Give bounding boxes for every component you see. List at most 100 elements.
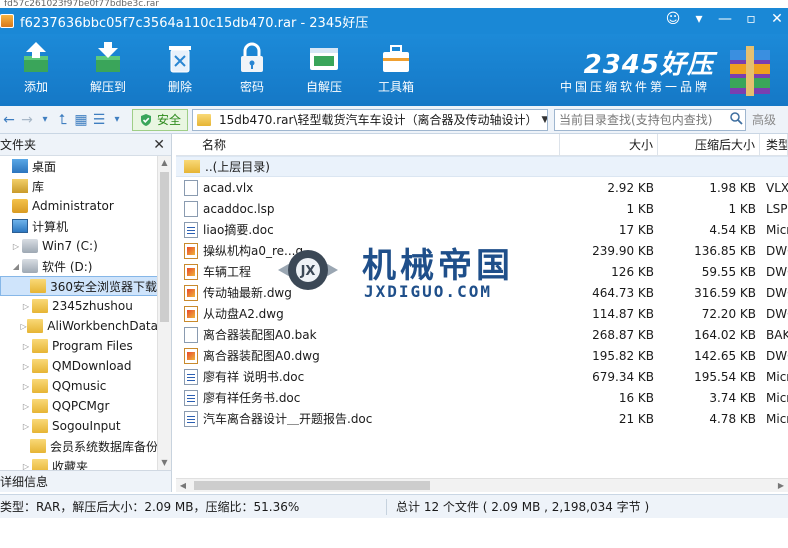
file-row[interactable]: 车辆工程 126 KB 59.55 KB DWG — [176, 261, 788, 282]
expand-arrow-icon[interactable]: ▷ — [20, 342, 32, 351]
toolbox-icon — [378, 40, 414, 76]
file-compressed-size: 4.54 KB — [709, 222, 756, 237]
scroll-down-icon[interactable]: ▼ — [158, 456, 171, 470]
file-row[interactable]: 离合器装配图A0.dwg 195.82 KB 142.65 KB DWG — [176, 345, 788, 366]
menu-icon[interactable]: ▾ — [690, 10, 708, 28]
scroll-thumb[interactable] — [194, 481, 430, 490]
search-input[interactable]: 当前目录查找(支持包内查找) — [554, 108, 747, 131]
expand-arrow-icon[interactable]: ▷ — [10, 242, 22, 251]
list-horizontal-scrollbar[interactable]: ◀ ▶ — [176, 478, 788, 492]
file-row[interactable]: 离合器装配图A0.bak 268.87 KB 164.02 KB BAK — [176, 324, 788, 345]
minimize-button[interactable]: — — [716, 10, 734, 28]
tree-vertical-scrollbar[interactable]: ▲ ▼ — [157, 156, 171, 470]
scroll-up-icon[interactable]: ▲ — [158, 156, 171, 170]
file-row[interactable]: acaddoc.lsp 1 KB 1 KB LSP — [176, 198, 788, 219]
expand-arrow-icon[interactable]: ◢ — [10, 262, 22, 271]
search-icon[interactable] — [729, 111, 745, 128]
tree-item[interactable]: ▷ Program Files — [0, 336, 158, 356]
file-row[interactable]: 传动轴最新.dwg 464.73 KB 316.59 KB DWG — [176, 282, 788, 303]
sfx-button[interactable]: 自解压 — [296, 38, 352, 102]
file-compressed-size: 4.78 KB — [709, 411, 756, 426]
password-button[interactable]: 密码 — [224, 38, 280, 102]
file-size: 464.73 KB — [592, 285, 654, 300]
tree-item-label: SogouInput — [52, 419, 121, 433]
safe-badge[interactable]: 安全 — [132, 108, 189, 131]
feedback-icon[interactable]: ☺ — [664, 10, 682, 28]
extract-icon — [90, 40, 126, 76]
tree-item[interactable]: ◢ 软件 (D:) — [0, 256, 158, 276]
file-type: VLX — [766, 180, 788, 195]
view-list-icon[interactable]: ☰ — [90, 110, 108, 130]
address-bar: ← → ▾ ⮤ ▦ ☰ ▾ 安全 15db470.rar\轻型载货汽车车设计（离… — [0, 106, 788, 134]
expand-arrow-icon[interactable]: ▷ — [20, 422, 32, 431]
file-row[interactable]: acad.vlx 2.92 KB 1.98 KB VLX — [176, 177, 788, 198]
tree-item[interactable]: 会员系统数据库备份 — [0, 436, 158, 456]
folder-icon — [27, 319, 44, 333]
expand-arrow-icon[interactable]: ▷ — [20, 362, 32, 371]
tree-item[interactable]: ▷ AliWorkbenchData — [0, 316, 158, 336]
tree-item[interactable]: 计算机 — [0, 216, 158, 236]
dwg-file-icon — [184, 242, 198, 259]
expand-arrow-icon[interactable]: ▷ — [20, 322, 27, 331]
column-compressed-size[interactable]: 压缩后大小 — [658, 134, 760, 156]
scroll-left-icon[interactable]: ◀ — [176, 479, 190, 493]
file-row[interactable]: 汽车离合器设计＿开题报告.doc 21 KB 4.78 KB Micr — [176, 408, 788, 429]
column-size[interactable]: 大小 — [560, 134, 658, 156]
tree-item[interactable]: ▷ SogouInput — [0, 416, 158, 436]
tree-item[interactable]: ▷ QQmusic — [0, 376, 158, 396]
tree-item[interactable]: ▷ 收藏夹 — [0, 456, 158, 470]
advanced-search-link[interactable]: 高级 — [752, 111, 776, 128]
tree-item[interactable]: ▷ 2345zhushou — [0, 296, 158, 316]
file-row[interactable]: 廖有祥 说明书.doc 679.34 KB 195.54 KB Micr — [176, 366, 788, 387]
scroll-right-icon[interactable]: ▶ — [774, 479, 788, 493]
file-row[interactable]: liao摘要.doc 17 KB 4.54 KB Micr — [176, 219, 788, 240]
expand-arrow-icon[interactable]: ▷ — [20, 462, 32, 471]
column-name[interactable]: 名称 — [176, 134, 560, 156]
scroll-thumb[interactable] — [160, 172, 169, 322]
tree-item[interactable]: ▷ Win7 (C:) — [0, 236, 158, 256]
folder-icon — [29, 439, 46, 453]
file-row[interactable]: 操纵机构a0_re...g 239.90 KB 136.85 KB DWG — [176, 240, 788, 261]
add-label: 添加 — [23, 80, 48, 94]
file-size: 239.90 KB — [592, 243, 654, 258]
tree-item[interactable]: 桌面 — [0, 156, 158, 176]
file-name: 车辆工程 — [203, 265, 252, 279]
tree-item[interactable]: Administrator — [0, 196, 158, 216]
tree-item[interactable]: 360安全浏览器下载 — [0, 276, 158, 296]
tree-item[interactable]: 库 — [0, 176, 158, 196]
extract-button[interactable]: 解压到 — [80, 38, 136, 102]
delete-button[interactable]: 删除 — [152, 38, 208, 102]
file-icon — [184, 200, 198, 217]
tree-item-label: Program Files — [52, 339, 133, 353]
close-icon[interactable]: ✕ — [153, 137, 165, 153]
folder-icon — [32, 459, 48, 470]
forward-icon[interactable]: → — [18, 110, 36, 130]
file-row[interactable]: 廖有祥任务书.doc 16 KB 3.74 KB Micr — [176, 387, 788, 408]
path-field[interactable]: 15db470.rar\轻型载货汽车车设计（离合器及传动轴设计） ▼ — [192, 108, 549, 131]
view-dropdown-icon[interactable]: ▾ — [108, 110, 126, 130]
bottom-background — [0, 518, 788, 548]
expand-arrow-icon[interactable]: ▷ — [20, 302, 32, 311]
add-button[interactable]: 添加 — [8, 38, 64, 102]
toolbox-button[interactable]: 工具箱 — [368, 38, 424, 102]
expand-arrow-icon[interactable]: ▷ — [20, 402, 32, 411]
file-compressed-size: 72.20 KB — [701, 306, 756, 321]
up-folder-icon[interactable]: ⮤ — [54, 110, 72, 130]
tree-item[interactable]: ▷ QQPCMgr — [0, 396, 158, 416]
maximize-button[interactable]: ▫ — [742, 10, 760, 28]
folder-icon — [32, 379, 48, 393]
tree-item[interactable]: ▷ QMDownload — [0, 356, 158, 376]
back-icon[interactable]: ← — [0, 110, 18, 130]
expand-arrow-icon[interactable]: ▷ — [20, 382, 32, 391]
history-dropdown-icon[interactable]: ▾ — [36, 110, 54, 130]
parent-directory-row[interactable]: ..(上层目录) — [176, 156, 788, 177]
column-type[interactable]: 类型 — [760, 134, 788, 156]
shield-icon — [141, 113, 151, 126]
details-pane-header[interactable]: 详细信息 — [0, 470, 172, 492]
tree-item-label: 360安全浏览器下载 — [50, 279, 157, 294]
file-row[interactable]: 从动盘A2.dwg 114.87 KB 72.20 KB DWG — [176, 303, 788, 324]
view-grid-icon[interactable]: ▦ — [72, 110, 90, 130]
close-button[interactable]: ✕ — [768, 10, 786, 28]
path-dropdown-icon[interactable]: ▼ — [542, 115, 548, 125]
file-compressed-size: 142.65 KB — [694, 348, 756, 363]
